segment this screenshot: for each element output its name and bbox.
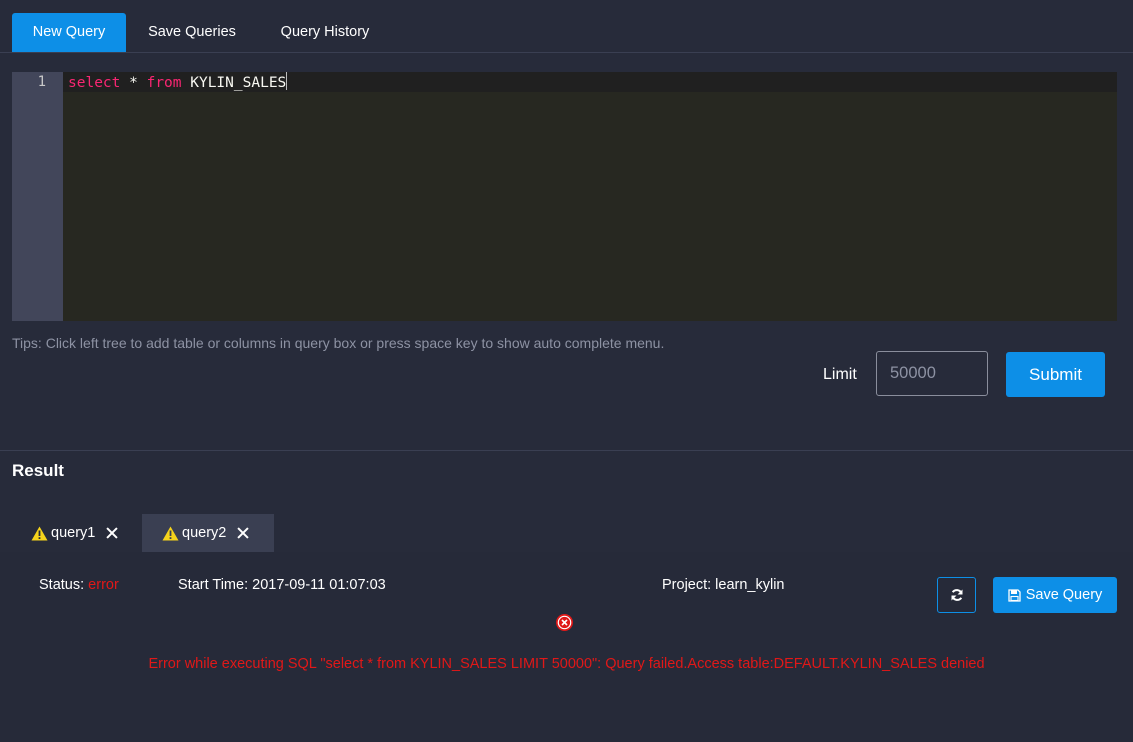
code-star: * [120,75,147,91]
code-table: KYLIN_SALES [181,75,287,91]
save-query-label: Save Query [1025,587,1103,603]
error-message: Error while executing SQL "select * from… [148,656,985,672]
keyword-from: from [146,75,182,91]
result-tab-query2[interactable]: query2 [142,514,274,552]
warning-icon [162,526,179,540]
status-text: Status: error [39,577,119,593]
editor-gutter: 1 [12,72,63,321]
result-tab-label: query1 [51,525,96,541]
limit-label: Limit [823,366,857,383]
keyword-select: select [68,75,121,91]
editor-tips: Tips: Click left tree to add table or co… [12,335,665,351]
tab-save-queries[interactable]: Save Queries [136,13,248,52]
query-tabs: New Query Save Queries Query History [0,0,1133,53]
status-label: Status: [39,577,89,593]
refresh-button[interactable] [937,577,976,613]
sql-editor[interactable]: 1 select * from KYLIN_SALES [12,72,1117,321]
error-icon [556,614,573,631]
start-time: Start Time: 2017-09-11 01:07:03 [178,577,386,593]
project-name: Project: learn_kylin [662,577,785,593]
code-line[interactable]: select * from KYLIN_SALES [68,72,288,92]
result-tab-label: query2 [182,525,227,541]
submit-button[interactable]: Submit [1006,352,1105,397]
result-tab-query1[interactable]: query1 [12,514,138,552]
line-number: 1 [37,74,46,90]
result-title: Result [12,461,64,480]
text-cursor [286,72,288,90]
warning-icon [31,526,48,540]
section-divider [0,450,1133,451]
close-icon[interactable] [105,526,119,540]
limit-input[interactable] [876,351,988,396]
tab-new-query[interactable]: New Query [12,13,126,52]
save-query-button[interactable]: Save Query [993,577,1117,613]
floppy-disk-icon [1008,588,1021,602]
status-value: error [88,577,119,593]
tab-query-history[interactable]: Query History [268,13,382,52]
refresh-icon [951,589,962,601]
close-icon[interactable] [236,526,250,540]
